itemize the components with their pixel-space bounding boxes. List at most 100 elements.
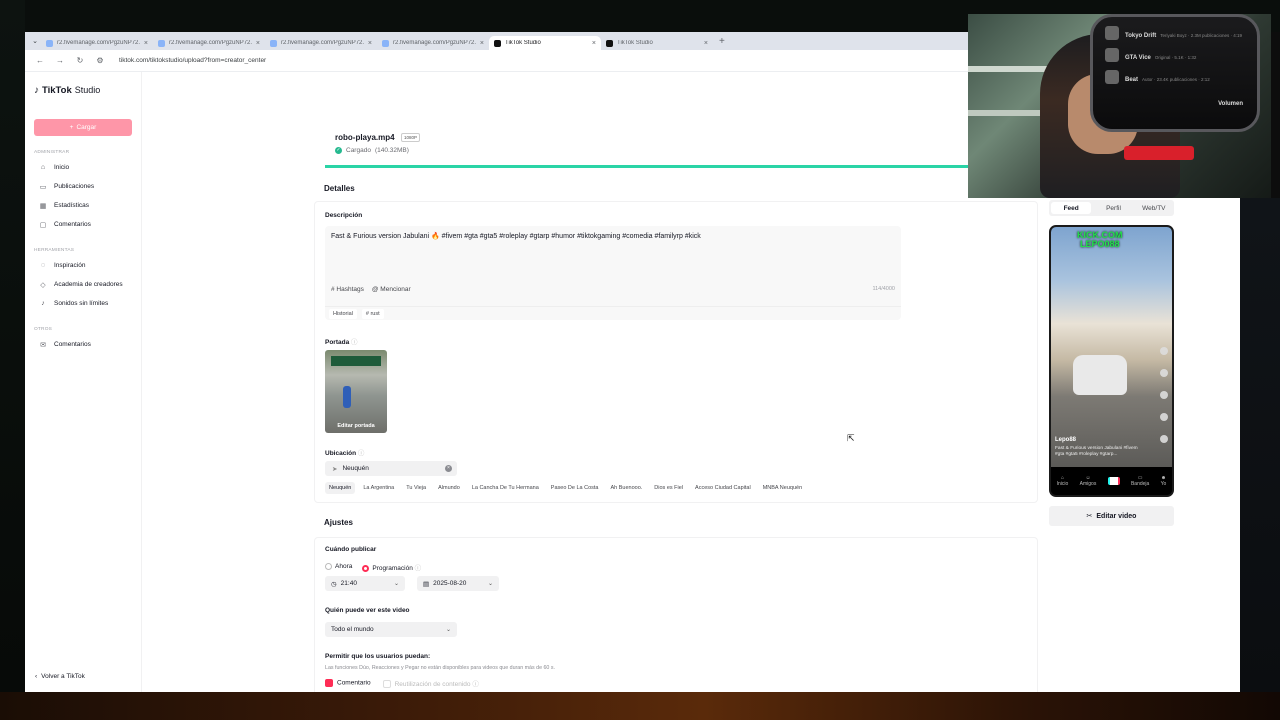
tab-list-chevron-icon[interactable]: ⌄	[29, 37, 41, 45]
close-icon[interactable]: ×	[256, 40, 260, 47]
sidebar-item-academia[interactable]: ◇ Academia de creadores	[34, 275, 132, 294]
sidebar-item-inspiracion[interactable]: ◌ Inspiración	[34, 256, 132, 275]
album-art-icon	[1105, 26, 1119, 40]
close-icon[interactable]: ×	[704, 40, 708, 47]
video-preview-phone[interactable]: KICK.COM LEPO088 Lepo88 Fast & Furious ve…	[1049, 225, 1174, 497]
sidebar-item-comentarios[interactable]: ▢ Comentarios	[34, 215, 132, 234]
edit-video-button[interactable]: ✂ Editar video	[1049, 506, 1174, 526]
reuse-checkbox[interactable]: Reutilización de contenido ⓘ	[382, 678, 479, 689]
browser-tab[interactable]: r2.fivemanage.com/PgzuNP72... ×	[153, 36, 265, 50]
location-chip[interactable]: Tu Vieja	[402, 482, 430, 494]
description-tools: # Hashtags @ Mencionar	[331, 286, 411, 293]
tiktok-favicon-icon	[606, 39, 613, 47]
location-input[interactable]: ➤ Neuquén ×	[325, 461, 457, 476]
location-chip[interactable]: Dios es Fiel	[650, 482, 687, 494]
location-chip[interactable]: MNBA Neuquén	[759, 482, 806, 494]
favicon-icon	[46, 39, 53, 47]
location-chip[interactable]: Acceso Ciudad Capital	[691, 482, 755, 494]
tab-perfil[interactable]: Perfil	[1093, 200, 1133, 216]
action-rail	[1160, 347, 1168, 443]
tab-webtv[interactable]: Web/TV	[1134, 200, 1174, 216]
back-arrow-icon[interactable]: ←	[35, 56, 45, 65]
sidebar-item-feedback[interactable]: ✉ Comentarios	[34, 335, 132, 354]
location-chip[interactable]: Almundo	[434, 482, 464, 494]
share-icon	[1160, 435, 1168, 443]
section-label-tools: HERRAMIENTAS	[34, 248, 75, 253]
album-art-icon	[1105, 70, 1119, 84]
url-input[interactable]: tiktok.com/tiktokstudio/upload?from=crea…	[119, 57, 266, 64]
now-radio[interactable]: Ahora	[325, 563, 352, 571]
chevron-down-icon: ⌄	[445, 627, 451, 633]
description-suggestions: Historial # rust	[325, 306, 901, 320]
browser-tab[interactable]: r2.fivemanage.com/PgzuNP72... ×	[265, 36, 377, 50]
phone-nav-bar: ⌂ Inicio ☺ Amigos ▭ Bandeja ☻ Yo	[1051, 467, 1172, 495]
tiktok-note-icon: ♪	[34, 84, 39, 96]
date-select[interactable]: ▤ 2025-08-20 ⌄	[417, 576, 499, 591]
location-chip[interactable]: Neuquén	[325, 482, 356, 494]
browser-tab-active[interactable]: TikTok Studio ×	[489, 36, 601, 50]
mention-button[interactable]: @ Mencionar	[372, 286, 411, 293]
schedule-radio[interactable]: Programación ⓘ	[362, 562, 421, 572]
stream-banner: KICK.COM LEPO088	[1077, 230, 1123, 249]
visibility-select[interactable]: Todo el mundo ⌄	[325, 622, 457, 637]
close-icon[interactable]: ×	[368, 40, 372, 47]
hashtags-button[interactable]: # Hashtags	[331, 286, 364, 293]
sidebar-item-sonidos[interactable]: ♪ Sonidos sin límites	[34, 294, 132, 313]
plus-icon: +	[69, 124, 74, 131]
hashtag-chip[interactable]: # rust	[361, 308, 384, 319]
sound-row: Tokyo Drift Teriyaki Boyz · 2.3M publicac…	[1105, 23, 1255, 43]
reload-icon[interactable]: ↻	[75, 56, 85, 65]
clear-icon[interactable]: ×	[445, 465, 452, 472]
sidebar-item-inicio[interactable]: ⌂ Inicio	[34, 158, 132, 177]
new-tab-icon[interactable]: +	[719, 36, 725, 47]
background-left	[0, 0, 25, 692]
section-label-admin: ADMINISTRAR	[34, 150, 70, 155]
browser-tab[interactable]: TikTok Studio ×	[601, 36, 713, 50]
favicon-icon	[270, 39, 277, 47]
background-bottom	[0, 692, 1280, 720]
comment-checkbox[interactable]: Comentario	[325, 679, 371, 688]
checkbox-checked-icon	[325, 679, 333, 688]
radio-icon	[325, 563, 332, 571]
cover-thumbnail[interactable]: Editar portada	[325, 350, 387, 433]
section-label-other: OTROS	[34, 327, 53, 332]
tab-feed[interactable]: Feed	[1051, 202, 1092, 214]
permission-checkboxes: Comentario Reutilización de contenido ⓘ	[325, 678, 479, 689]
upload-button[interactable]: + Cargar	[34, 119, 132, 136]
uploaded-file-card: robo-playa.mp4 1080P ✓ Cargado (140.32MB…	[325, 120, 985, 168]
location-chip[interactable]: La Cancha De Tu Hermana	[468, 482, 543, 494]
location-chip[interactable]: Ah Buenooo.	[606, 482, 646, 494]
home-icon: ⌂	[40, 164, 46, 171]
details-title: Detalles	[324, 184, 355, 193]
history-chip[interactable]: Historial	[329, 308, 357, 319]
bulb-icon: ◌	[40, 262, 46, 269]
description-input[interactable]: Fast & Furious version Jabulani 🔥 #fivem…	[325, 226, 901, 320]
close-icon[interactable]: ×	[592, 40, 596, 47]
time-select[interactable]: ◷ 21:40 ⌄	[325, 576, 405, 591]
browser-tab[interactable]: r2.fivemanage.com/PgzuNP72... ×	[377, 36, 489, 50]
academy-icon: ◇	[40, 281, 46, 289]
info-icon: ⓘ	[351, 339, 358, 346]
cover-label: Portada ⓘ	[325, 339, 358, 346]
sidebar-item-estadisticas[interactable]: ▦ Estadísticas	[34, 196, 132, 215]
analytics-icon: ▦	[39, 202, 47, 210]
browser-tab[interactable]: r2.fivemanage.com/PgzuNP72... ×	[41, 36, 153, 50]
forward-arrow-icon[interactable]: →	[55, 56, 65, 65]
site-info-icon[interactable]: ⚙	[95, 56, 105, 65]
info-icon: ⓘ	[357, 450, 365, 457]
video-frame: KICK.COM LEPO088 Lepo88 Fast & Furious ve…	[1051, 227, 1172, 469]
microphone-image	[1124, 146, 1194, 160]
nav-home: ⌂ Inicio	[1056, 475, 1069, 487]
location-chip[interactable]: Paseo De La Costa	[547, 482, 603, 494]
close-icon[interactable]: ×	[480, 40, 484, 47]
preview-caption: Fast & Furious version Jabulani #fivem #…	[1055, 446, 1138, 457]
nav-friends: ☺ Amigos	[1079, 475, 1097, 487]
location-chip[interactable]: La Argentina	[359, 482, 398, 494]
close-icon[interactable]: ×	[144, 40, 148, 47]
preview-tabs: Feed Perfil Web/TV	[1049, 200, 1174, 216]
nav-inbox: ▭ Bandeja	[1130, 475, 1150, 487]
tiktok-studio-logo[interactable]: ♪ TikTok Studio	[34, 82, 132, 98]
sidebar-item-publicaciones[interactable]: ▭ Publicaciones	[34, 177, 132, 196]
back-to-tiktok-link[interactable]: ‹ Volver a TikTok	[35, 673, 85, 680]
calendar-icon: ▤	[423, 580, 430, 588]
